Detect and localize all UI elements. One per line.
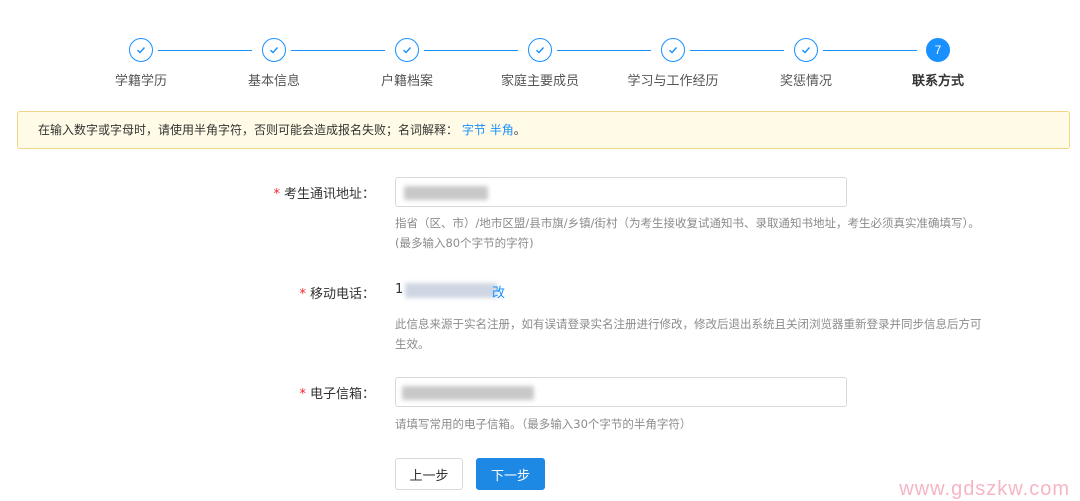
check-icon [661,38,685,62]
address-label-text: 考生通讯地址： [283,187,375,202]
address-label: * 考生通讯地址： [215,183,375,202]
email-label: * 电子信箱： [215,383,375,402]
notice-banner: 在输入数字或字母时，请使用半角字符，否则可能会造成报名失败；名词解释： 字节 半… [17,111,1070,149]
check-icon [794,38,818,62]
mobile-help: 此信息来源于实名注册，如有误请登录实名注册进行修改，修改后退出系统且关闭浏览器重… [395,314,982,354]
step-label: 联系方式 [911,74,964,89]
prev-step-button[interactable]: 上一步 [395,458,463,490]
watermark: www.gdszkw.com [899,478,1070,500]
link-byte[interactable]: 字节 [462,123,486,137]
step-label: 户籍档案 [380,74,433,89]
notice-text: 在输入数字或字母时，请使用半角字符，否则可能会造成报名失败；名词解释： [38,123,459,137]
redacted-value [405,283,497,298]
address-help: 指省（区、市）/地市区盟/县市旗/乡镇/街村（为考生接收复试通知书、录取通知书地… [395,213,980,253]
required-mark: * [273,187,280,202]
check-icon [528,38,552,62]
email-label-text: 电子信箱： [309,387,375,402]
email-help: 请填写常用的电子信箱。（最多输入30个字节的半角字符） [395,417,692,431]
step-label: 学籍学历 [114,74,167,89]
mobile-value: 1 改 [395,282,515,301]
step-education[interactable]: 学籍学历 [71,38,211,89]
mobile-label-text: 移动电话： [309,287,375,302]
step-awards[interactable]: 奖惩情况 [736,38,876,89]
required-mark: * [299,387,306,402]
step-family[interactable]: 家庭主要成员 [470,38,610,89]
step-contact[interactable]: 7 联系方式 [868,38,1008,89]
address-help-line2: (最多输入80个字节的字符) [395,236,534,250]
check-icon [395,38,419,62]
step-basic-info[interactable]: 基本信息 [204,38,344,89]
mobile-label: * 移动电话： [215,283,375,302]
notice-end: 。 [513,123,526,137]
mobile-prefix: 1 [395,282,404,297]
step-experience[interactable]: 学习与工作经历 [603,38,743,89]
address-input[interactable] [395,177,847,207]
step-label: 学习与工作经历 [627,74,719,89]
next-step-button[interactable]: 下一步 [476,458,545,490]
step-label: 奖惩情况 [779,74,832,89]
address-help-line1: 指省（区、市）/地市区盟/县市旗/乡镇/街村（为考生接收复试通知书、录取通知书地… [395,216,980,230]
redacted-value [402,386,534,400]
check-icon [129,38,153,62]
link-half-width[interactable]: 半角 [490,123,514,137]
email-input[interactable] [395,377,847,407]
required-mark: * [299,287,306,302]
step-household[interactable]: 户籍档案 [337,38,477,89]
step-number: 7 [926,38,950,62]
mobile-help-line1: 此信息来源于实名注册，如有误请登录实名注册进行修改，修改后退出系统且关闭浏览器重… [395,317,982,331]
check-icon [262,38,286,62]
step-label: 基本信息 [247,74,300,89]
mobile-help-line2: 生效。 [395,337,430,351]
redacted-value [404,186,488,200]
progress-steps: 学籍学历 基本信息 户籍档案 家庭主要成员 学习与工作经历 奖惩情况 7 联系方… [0,0,1080,100]
mobile-edit-link[interactable]: 改 [492,282,505,301]
step-label: 家庭主要成员 [500,74,579,89]
